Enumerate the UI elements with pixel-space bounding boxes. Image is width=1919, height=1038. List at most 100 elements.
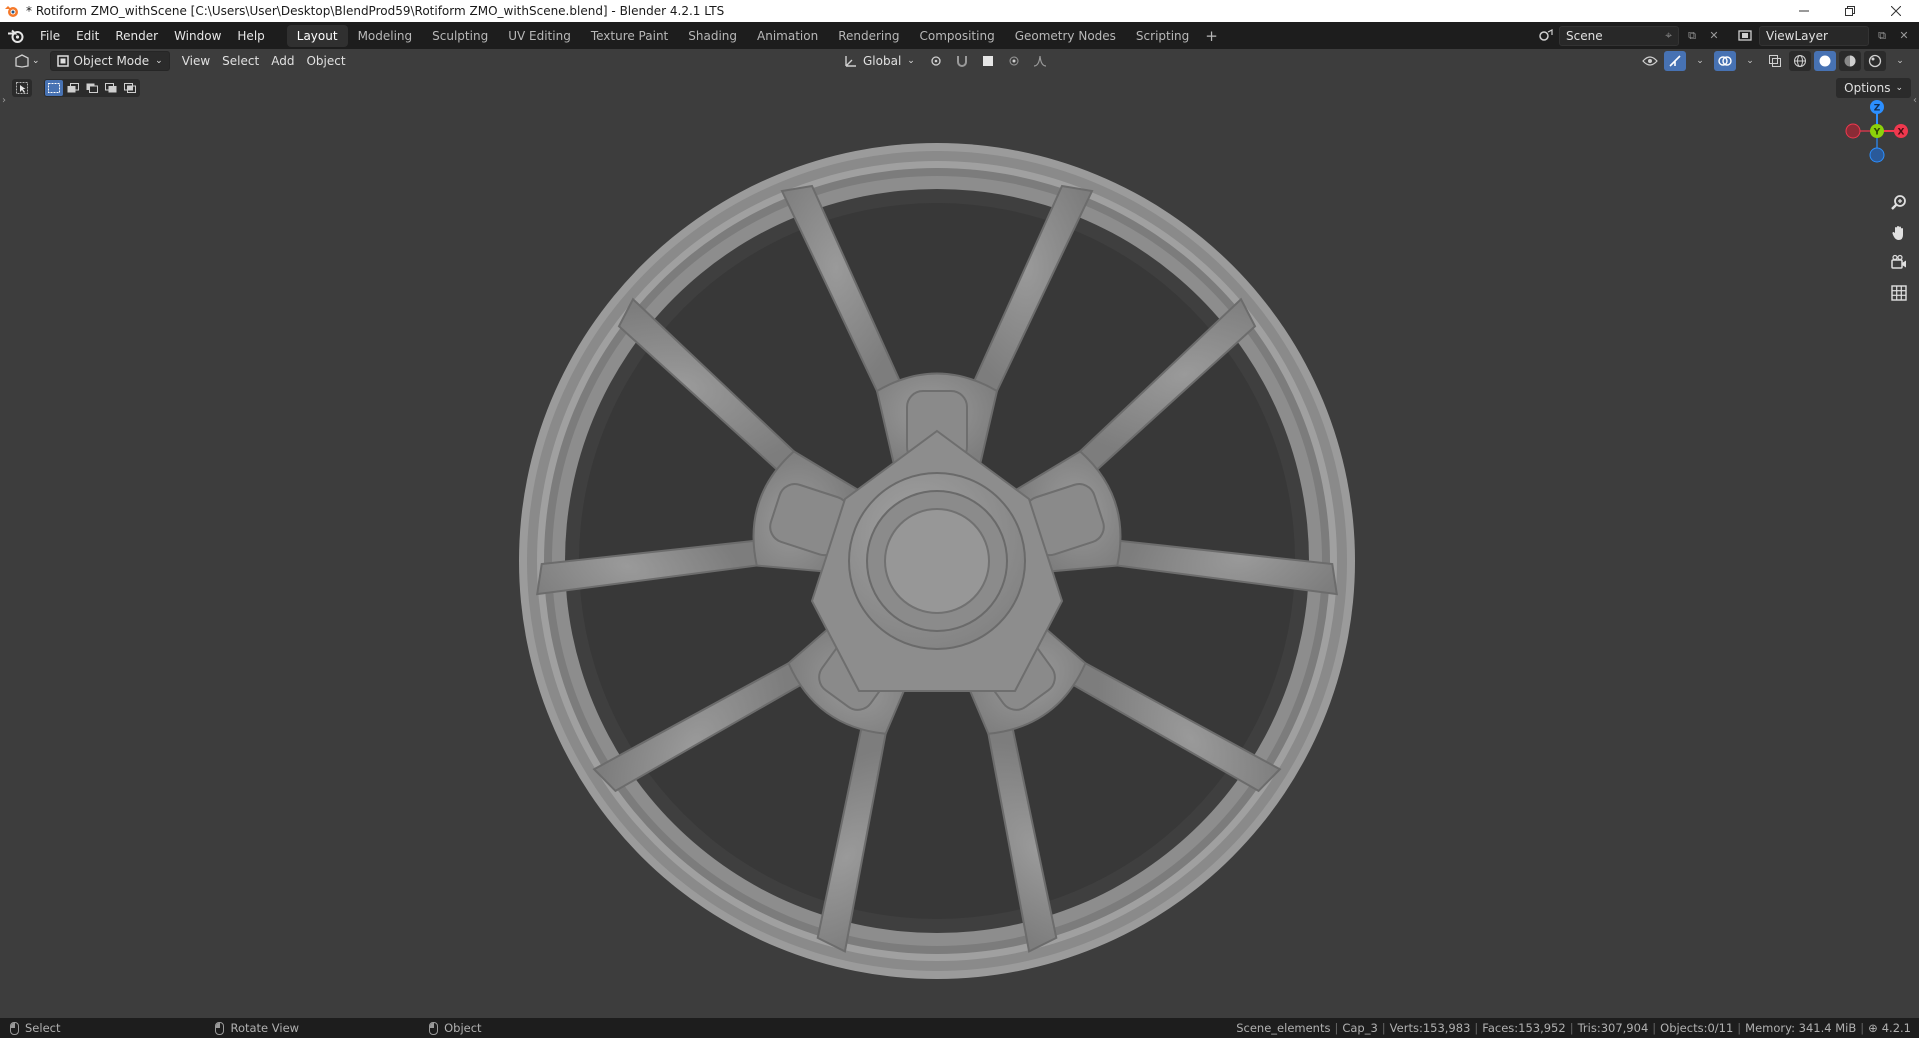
- navigation-tools: [1887, 191, 1911, 305]
- overlays-icon: [1718, 56, 1732, 66]
- scene-selector-icon[interactable]: [1537, 26, 1555, 46]
- pivot-point-button[interactable]: [925, 51, 947, 71]
- menu-select[interactable]: Select: [216, 51, 265, 71]
- transform-orientation-dropdown[interactable]: Global ⌄: [838, 51, 921, 71]
- add-workspace-button[interactable]: +: [1199, 27, 1224, 45]
- show-gizmo-button[interactable]: [1664, 51, 1686, 71]
- shading-material-button[interactable]: [1839, 51, 1861, 71]
- rendered-sphere-icon: [1868, 54, 1882, 68]
- select-invert-mode-button[interactable]: [102, 80, 120, 96]
- snap-increment-icon: [982, 56, 993, 66]
- tab-scripting[interactable]: Scripting: [1126, 25, 1199, 47]
- window-title-bar: * Rotiform ZMO_withScene [C:\Users\User\…: [0, 0, 1919, 22]
- pin-icon[interactable]: ⌖: [1665, 28, 1672, 43]
- menu-edit[interactable]: Edit: [68, 25, 107, 47]
- tab-uv-editing[interactable]: UV Editing: [498, 25, 581, 47]
- gizmo-options-dropdown[interactable]: ⌄: [1689, 51, 1711, 71]
- center-cap: [884, 508, 990, 614]
- tab-shading[interactable]: Shading: [678, 25, 747, 47]
- select-intersect-icon: [124, 83, 136, 93]
- delete-view-layer-icon[interactable]: ✕: [1895, 26, 1913, 46]
- select-intersect-mode-button[interactable]: [121, 80, 139, 96]
- view-layer-selector-icon[interactable]: [1737, 26, 1755, 46]
- pivot-icon: [931, 56, 941, 66]
- shading-solid-button[interactable]: [1814, 51, 1836, 71]
- select-tool-button[interactable]: [12, 79, 32, 97]
- neg-z-axis-handle[interactable]: [1869, 147, 1885, 163]
- pan-view-button[interactable]: [1887, 221, 1911, 245]
- viewport-3d[interactable]: › ‹ Options ⌄ Z X Y: [0, 73, 1919, 1018]
- blender-menu-button[interactable]: [0, 22, 32, 49]
- menu-add[interactable]: Add: [265, 51, 300, 71]
- neg-x-axis-handle[interactable]: [1845, 123, 1861, 139]
- menu-file[interactable]: File: [32, 25, 68, 47]
- chevron-down-icon: ⌄: [1896, 56, 1904, 66]
- tab-compositing[interactable]: Compositing: [909, 25, 1004, 47]
- magnet-icon: [956, 56, 967, 67]
- menu-object[interactable]: Object: [300, 51, 351, 71]
- editor-type-button[interactable]: ⌄: [8, 51, 46, 71]
- restore-button[interactable]: [1827, 0, 1873, 22]
- tab-rendering[interactable]: Rendering: [828, 25, 909, 47]
- select-subtract-mode-button[interactable]: [83, 80, 101, 96]
- xray-icon: [1769, 55, 1781, 67]
- tab-geometry-nodes[interactable]: Geometry Nodes: [1005, 25, 1126, 47]
- menu-help[interactable]: Help: [229, 25, 272, 47]
- status-rotate-hint: Rotate View: [215, 1021, 299, 1035]
- view-layer-field[interactable]: ViewLayer: [1759, 25, 1869, 46]
- camera-view-button[interactable]: [1887, 251, 1911, 275]
- navigation-gizmo[interactable]: Z X Y: [1841, 93, 1911, 163]
- chevron-down-icon: ⌄: [1746, 56, 1754, 66]
- shading-wireframe-button[interactable]: [1789, 51, 1811, 71]
- zoom-view-button[interactable]: [1887, 191, 1911, 215]
- new-view-layer-icon[interactable]: ⧉: [1873, 26, 1891, 46]
- chevron-down-icon: ⌄: [1696, 56, 1704, 66]
- show-overlays-button[interactable]: [1714, 51, 1736, 71]
- y-axis-label: Y: [1873, 128, 1881, 138]
- blender-logo-icon: [8, 29, 24, 43]
- select-extend-mode-button[interactable]: [64, 80, 82, 96]
- status-object-hint: Object: [429, 1021, 482, 1035]
- tab-modeling[interactable]: Modeling: [348, 25, 423, 47]
- snap-toggle-button[interactable]: [951, 51, 973, 71]
- proportional-editing-button[interactable]: [1003, 51, 1025, 71]
- visibility-selectability-button[interactable]: [1639, 51, 1661, 71]
- orientation-axes-icon: [845, 56, 856, 67]
- tab-sculpting[interactable]: Sculpting: [422, 25, 498, 47]
- wireframe-sphere-icon: [1794, 55, 1806, 67]
- delete-scene-icon[interactable]: ✕: [1705, 26, 1723, 46]
- workspace-tabs: Layout Modeling Sculpting UV Editing Tex…: [286, 24, 1224, 47]
- sidebar-expand-arrow-icon[interactable]: ‹: [1913, 95, 1917, 106]
- menu-view[interactable]: View: [176, 51, 216, 71]
- wheel-model[interactable]: [512, 136, 1362, 986]
- select-new-mode-button[interactable]: [45, 80, 63, 96]
- interaction-mode-dropdown[interactable]: Object Mode ⌄: [49, 51, 170, 71]
- scene-name-field[interactable]: Scene ⌖: [1559, 25, 1679, 46]
- menu-render[interactable]: Render: [107, 25, 166, 47]
- blender-logo-icon: [5, 6, 18, 17]
- eye-icon: [1642, 56, 1658, 66]
- tab-texture-paint[interactable]: Texture Paint: [581, 25, 678, 47]
- stat-verts: Verts:153,983: [1389, 1021, 1471, 1035]
- stat-tris: Tris:307,904: [1577, 1021, 1649, 1035]
- proportional-falloff-button[interactable]: [1029, 51, 1051, 71]
- tab-animation[interactable]: Animation: [747, 25, 828, 47]
- toggle-xray-button[interactable]: [1764, 51, 1786, 71]
- tab-layout[interactable]: Layout: [286, 24, 348, 47]
- material-sphere-icon: [1844, 55, 1856, 67]
- shading-rendered-button[interactable]: [1864, 51, 1886, 71]
- status-rotate-label: Rotate View: [230, 1021, 300, 1035]
- top-bar: File Edit Render Window Help Layout Mode…: [0, 22, 1919, 49]
- minimize-button[interactable]: [1781, 0, 1827, 22]
- close-window-button[interactable]: [1873, 0, 1919, 22]
- new-scene-icon[interactable]: ⧉: [1683, 26, 1701, 46]
- overlays-options-dropdown[interactable]: ⌄: [1739, 51, 1761, 71]
- select-invert-icon: [105, 83, 117, 93]
- snap-target-button[interactable]: [977, 51, 999, 71]
- menu-window[interactable]: Window: [166, 25, 229, 47]
- selection-mode-group: [44, 79, 140, 97]
- toolbar-expand-arrow-icon[interactable]: ›: [2, 95, 6, 106]
- stat-objects: Objects:0/11: [1660, 1021, 1734, 1035]
- perspective-toggle-button[interactable]: [1887, 281, 1911, 305]
- shading-options-dropdown[interactable]: ⌄: [1889, 51, 1911, 71]
